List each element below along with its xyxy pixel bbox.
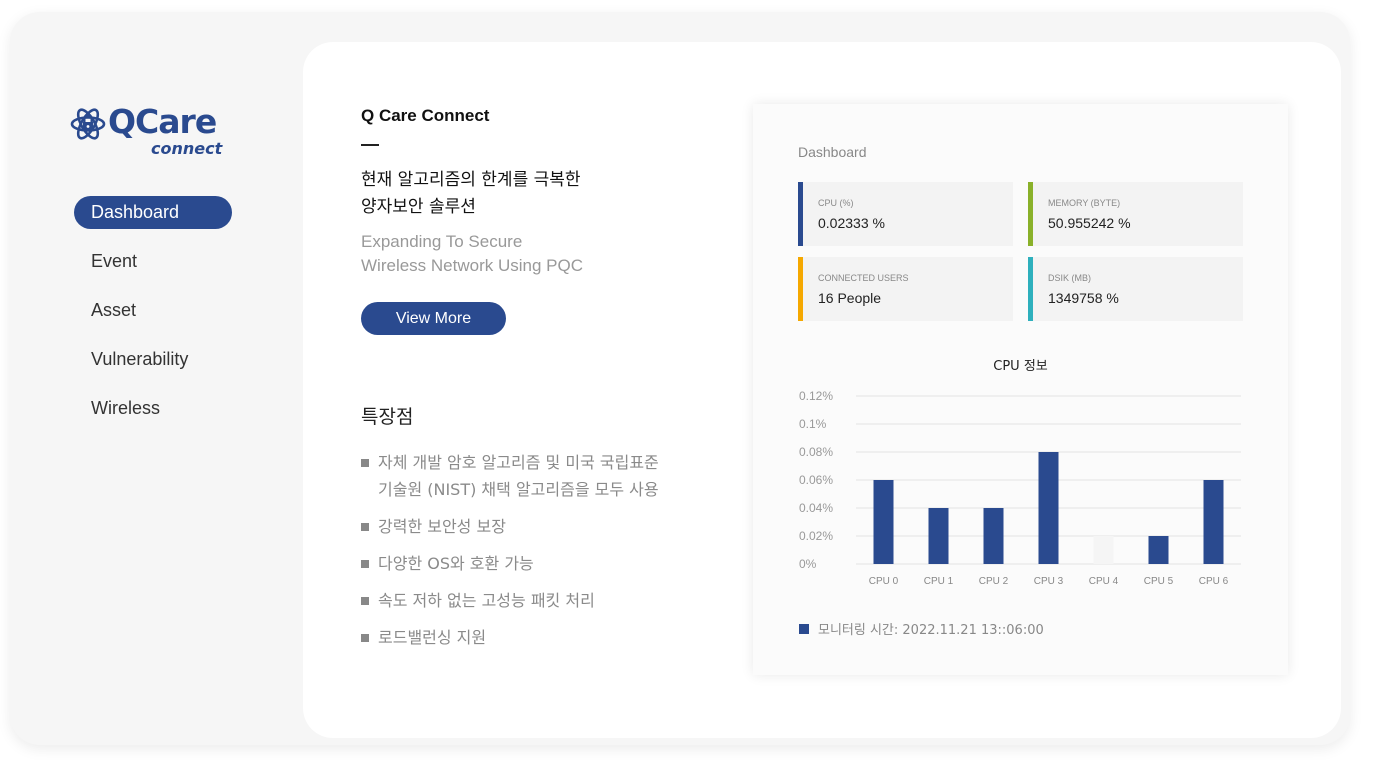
chart-legend: 모니터링 시간: 2022.11.21 13::06:00 (799, 619, 1044, 638)
stat-value: 0.02333 % (818, 215, 885, 231)
atom-lock-icon (70, 108, 106, 140)
bar-cpu-2 (983, 508, 1004, 564)
cpu-bar-chart: 0% 0.02% 0.04% 0.06% 0.08% 0.1% 0.12% CPU 0 CPU … (799, 389, 1241, 587)
y-tick-label: 0.08% (799, 445, 833, 459)
y-tick-label: 0.02% (799, 529, 833, 543)
x-tick-label: CPU 5 (1144, 576, 1174, 587)
square-bullet-icon (361, 459, 369, 467)
sidebar-item-dashboard[interactable]: Dashboard (74, 196, 232, 229)
stat-label: CPU (%) (818, 198, 854, 208)
legend-swatch (799, 623, 809, 634)
bar-cpu-5 (1148, 536, 1169, 564)
chart-title: CPU 정보 (993, 359, 1048, 374)
stat-label: MEMORY (BYTE) (1048, 198, 1121, 208)
stat-card-disk: DSIK (MB) 1349758 % (1028, 257, 1243, 321)
stat-label: CONNECTED USERS (818, 273, 909, 283)
monitoring-time: 모니터링 시간: 2022.11.21 13::06:00 (818, 623, 1044, 638)
x-tick-label: CPU 4 (1089, 576, 1119, 587)
stat-card-cpu: CPU (%) 0.02333 % (798, 182, 1013, 246)
square-bullet-icon (361, 560, 369, 568)
dashboard-title: Dashboard (798, 144, 867, 160)
feature-text: 로드밸런싱 지원 (378, 628, 487, 647)
stat-value: 16 People (818, 290, 882, 306)
bar-cpu-1 (928, 508, 949, 564)
dashboard-preview-card: Dashboard CPU (%) 0.02333 % MEMORY (BYTE… (753, 104, 1288, 675)
headline-line-2: 양자보안 솔루션 (361, 197, 476, 217)
y-tick-label: 0% (799, 557, 817, 571)
y-tick-label: 0.04% (799, 501, 833, 515)
main-panel: Q Care Connect 현재 알고리즘의 한계를 극복한 양자보안 솔루션… (303, 42, 1341, 738)
sidebar-item-asset[interactable]: Asset (74, 294, 234, 327)
stat-card-connected-users: CONNECTED USERS 16 People (798, 257, 1013, 321)
feature-text-continued: 기술원 (NIST) 채택 알고리즘을 모두 사용 (378, 480, 659, 499)
feature-text: 자체 개발 암호 알고리즘 및 미국 국립표준 (378, 453, 659, 472)
feature-item: 다양한 OS와 호환 가능 (361, 550, 741, 577)
x-tick-label: CPU 1 (924, 576, 954, 587)
sidebar-item-event[interactable]: Event (74, 245, 234, 278)
features-title: 특장점 (361, 406, 414, 428)
sidebar-item-wireless[interactable]: Wireless (74, 392, 234, 425)
x-tick-label: CPU 6 (1199, 576, 1229, 587)
stat-value: 1349758 % (1048, 290, 1119, 306)
feature-item: 속도 저하 없는 고성능 패킷 처리 (361, 587, 741, 614)
english-subtitle-line-2: Wireless Network Using PQC (361, 256, 583, 275)
feature-item: 자체 개발 암호 알고리즘 및 미국 국립표준 기술원 (NIST) 채택 알고… (361, 449, 741, 503)
bar-cpu-0 (873, 480, 894, 564)
feature-item: 강력한 보안성 보장 (361, 513, 741, 540)
feature-text: 강력한 보안성 보장 (378, 517, 506, 536)
stat-card-memory: MEMORY (BYTE) 50.955242 % (1028, 182, 1243, 246)
sidebar-item-vulnerability[interactable]: Vulnerability (74, 343, 234, 376)
x-tick-label: CPU 3 (1034, 576, 1064, 587)
feature-text: 속도 저하 없는 고성능 패킷 처리 (378, 591, 595, 610)
logo-wordmark: QCare (108, 102, 217, 141)
feature-item: 로드밸런싱 지원 (361, 624, 741, 651)
bar-cpu-3 (1038, 452, 1059, 564)
feature-text: 다양한 OS와 호환 가능 (378, 554, 534, 573)
square-bullet-icon (361, 597, 369, 605)
logo[interactable]: QCare connect (70, 102, 230, 160)
app-frame: QCare connect Dashboard Event Asset Vuln… (10, 12, 1350, 745)
stat-value: 50.955242 % (1048, 215, 1131, 231)
features-section: 특장점 자체 개발 암호 알고리즘 및 미국 국립표준 기술원 (NIST) 채… (361, 402, 741, 661)
headline-line-1: 현재 알고리즘의 한계를 극복한 (361, 170, 581, 190)
sidebar-nav: Dashboard Event Asset Vulnerability Wire… (74, 196, 234, 441)
english-subtitle: Expanding To Secure Wireless Network Usi… (361, 230, 721, 278)
view-more-button[interactable]: View More (361, 302, 506, 335)
square-bullet-icon (361, 523, 369, 531)
y-tick-label: 0.12% (799, 389, 833, 403)
logo-subtitle: connect (151, 139, 223, 158)
title-divider (361, 144, 379, 146)
stat-label: DSIK (MB) (1048, 273, 1092, 283)
square-bullet-icon (361, 634, 369, 642)
brand-title: Q Care Connect (361, 106, 490, 125)
bar-cpu-4 (1093, 536, 1114, 564)
intro-section: Q Care Connect 현재 알고리즘의 한계를 극복한 양자보안 솔루션… (361, 106, 721, 335)
bar-cpu-6 (1203, 480, 1224, 564)
x-tick-label: CPU 0 (869, 576, 899, 587)
headline: 현재 알고리즘의 한계를 극복한 양자보안 솔루션 (361, 167, 721, 221)
y-tick-label: 0.1% (799, 417, 827, 431)
english-subtitle-line-1: Expanding To Secure (361, 232, 523, 251)
x-tick-label: CPU 2 (979, 576, 1009, 587)
y-tick-label: 0.06% (799, 473, 833, 487)
